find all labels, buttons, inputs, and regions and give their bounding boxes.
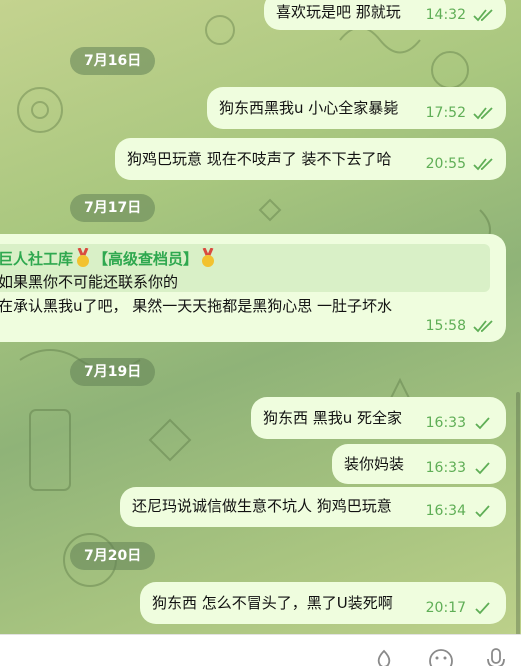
message-time: 16:34 [425, 503, 466, 519]
message-time: 17:52 [425, 105, 466, 121]
double-check-icon [473, 320, 493, 333]
check-icon [475, 602, 490, 615]
check-icon [475, 462, 490, 475]
message-meta: 17:52 [426, 103, 496, 123]
sender-badge: 【高级查档员】 [93, 250, 199, 268]
message-meta: 20:55 [426, 154, 496, 174]
message-text: 还尼玛说诚信做生意不坑人 狗鸡巴玩意 [132, 497, 392, 515]
composer-bar [0, 634, 521, 666]
message-time: 15:58 [425, 318, 466, 334]
message-time: 14:32 [425, 7, 466, 23]
date-separator: 7月19日 [70, 358, 156, 386]
check-icon [475, 417, 490, 430]
message-bubble[interactable]: 装你妈装 16:33 [332, 444, 506, 484]
message-bubble[interactable]: 狗东西黑我u 小心全家暴毙 17:52 [207, 87, 506, 129]
double-check-icon [473, 107, 493, 120]
message-bubble[interactable]: 狗东西 黑我u 死全家 16:33 [251, 397, 506, 439]
message-text: 狗东西黑我u 小心全家暴毙 [219, 99, 399, 117]
message-time: 20:55 [425, 156, 466, 172]
message-time: 16:33 [425, 415, 466, 431]
message-time: 16:33 [425, 460, 466, 476]
quote-text: 如果黑你不可能还联系你的 [0, 273, 179, 291]
chat-background: 喜欢玩是吧 那就玩 14:32 7月16日 狗东西黑我u 小心全家暴毙 17:5… [0, 0, 521, 634]
message-meta: 16:33 [426, 413, 496, 433]
scrollbar[interactable] [516, 392, 520, 634]
message-bubble[interactable]: 巨人社工库 【高级查档员】 如果黑你不可能还联系你的 在承认黑我u了吧， 果然一天… [0, 234, 506, 342]
message-text: 喜欢玩是吧 那就玩 [276, 3, 401, 21]
quote-sender: 巨人社工库 【高级查档员】 [0, 248, 218, 269]
date-separator: 7月20日 [70, 542, 156, 570]
message-text: 狗鸡巴玩意 现在不吱声了 装不下去了哈 [127, 150, 392, 168]
emoji-icon[interactable] [427, 647, 455, 666]
message-text: 装你妈装 [344, 455, 405, 473]
message-bubble[interactable]: 喜欢玩是吧 那就玩 14:32 [264, 0, 506, 30]
sender-name: 巨人社工库 [0, 250, 74, 268]
message-meta: 16:33 [426, 458, 496, 478]
message-bubble[interactable]: 狗东西 怎么不冒头了，黑了U装死啊 20:17 [140, 582, 506, 624]
medal-icon [202, 248, 215, 267]
date-separator: 7月16日 [70, 47, 156, 75]
message-meta: 20:17 [426, 598, 496, 618]
message-text: 在承认黑我u了吧， 果然一天天拖都是黑狗心思 一肚子坏水 [0, 297, 393, 315]
message-time: 20:17 [425, 600, 466, 616]
message-bubble[interactable]: 还尼玛说诚信做生意不坑人 狗鸡巴玩意 16:34 [120, 487, 506, 527]
message-meta: 16:34 [426, 501, 496, 521]
message-text: 狗东西 黑我u 死全家 [263, 409, 403, 427]
message-text: 狗东西 怎么不冒头了，黑了U装死啊 [152, 594, 393, 612]
fire-reaction-icon[interactable] [370, 647, 398, 666]
double-check-icon [473, 158, 493, 171]
medal-icon [77, 248, 90, 267]
check-icon [475, 505, 490, 518]
message-meta: 14:32 [426, 5, 496, 25]
message-bubble[interactable]: 狗鸡巴玩意 现在不吱声了 装不下去了哈 20:55 [115, 138, 506, 180]
microphone-icon[interactable] [482, 647, 510, 666]
message-meta: 15:58 [426, 316, 496, 336]
date-separator: 7月17日 [70, 194, 156, 222]
double-check-icon [473, 9, 493, 22]
